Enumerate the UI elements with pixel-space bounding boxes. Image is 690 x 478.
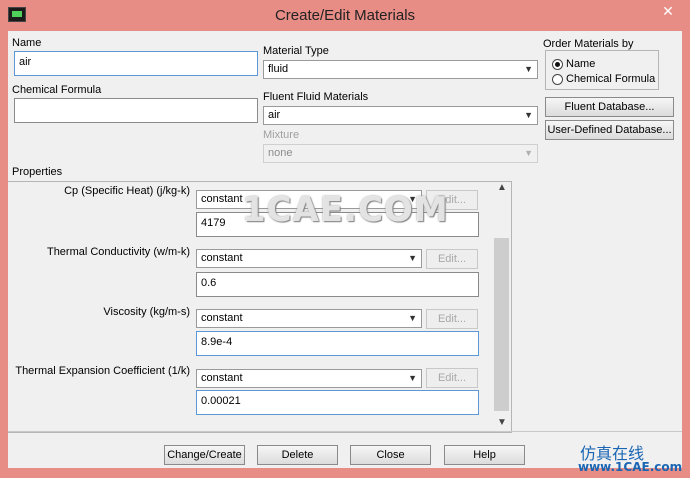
property-label-cp: Cp (Specific Heat) (j/kg-k) — [64, 185, 190, 197]
property-method-select-thermal-expansion[interactable]: constant ▼ — [196, 369, 422, 388]
watermark-text: 1CAE.COM — [242, 190, 449, 230]
property-method-value: constant — [201, 312, 243, 324]
material-type-select[interactable]: fluid ▼ — [263, 60, 538, 79]
chemical-formula-input[interactable] — [14, 98, 258, 123]
mixture-select: none ▼ — [263, 144, 538, 163]
chevron-down-icon: ▼ — [524, 110, 533, 120]
order-by-name-radio[interactable] — [552, 59, 563, 70]
property-value-input-thermal-expansion[interactable]: 0.00021 — [196, 390, 479, 415]
property-method-value: constant — [201, 193, 243, 205]
chevron-down-icon: ▼ — [408, 313, 417, 323]
chemical-formula-label: Chemical Formula — [12, 84, 102, 96]
order-by-formula-radio[interactable] — [552, 74, 563, 85]
name-label: Name — [12, 37, 42, 49]
property-label-viscosity: Viscosity (kg/m-s) — [103, 306, 190, 318]
property-method-value: constant — [201, 372, 243, 384]
properties-scrollbar-thumb[interactable] — [494, 238, 509, 411]
chevron-down-icon: ▼ — [524, 64, 533, 74]
close-button[interactable]: Close — [350, 445, 431, 465]
fluent-database-button[interactable]: Fluent Database... — [545, 97, 674, 117]
order-by-formula-label: Chemical Formula — [566, 73, 656, 85]
mixture-value: none — [268, 147, 293, 159]
help-button[interactable]: Help — [444, 445, 525, 465]
chevron-down-icon: ▼ — [524, 148, 533, 158]
fluent-fluid-materials-label: Fluent Fluid Materials — [263, 91, 369, 103]
property-value-input-viscosity[interactable]: 8.9e-4 — [196, 331, 479, 356]
order-materials-label: Order Materials by — [543, 38, 634, 50]
edit-button-viscosity: Edit... — [426, 309, 478, 329]
edit-button-thermal-conductivity: Edit... — [426, 249, 478, 269]
name-input[interactable]: air — [14, 51, 258, 76]
scroll-up-icon[interactable]: ▲ — [494, 181, 510, 195]
window-title: Create/Edit Materials — [274, 7, 416, 24]
user-defined-database-button[interactable]: User-Defined Database... — [545, 120, 674, 140]
bottom-divider — [8, 431, 682, 432]
fluent-fluid-materials-select[interactable]: air ▼ — [263, 106, 538, 125]
edit-button-thermal-expansion: Edit... — [426, 368, 478, 388]
property-label-thermal-expansion: Thermal Expansion Coefficient (1/k) — [15, 365, 190, 377]
chevron-down-icon: ▼ — [408, 253, 417, 263]
property-method-select-thermal-conductivity[interactable]: constant ▼ — [196, 249, 422, 268]
title-bar: Create/Edit Materials ✕ — [0, 0, 690, 30]
dialog-body: Name air Chemical Formula Material Type … — [8, 31, 682, 468]
property-method-value: constant — [201, 252, 243, 264]
property-method-select-viscosity[interactable]: constant ▼ — [196, 309, 422, 328]
fluent-fluid-materials-value: air — [268, 109, 281, 121]
property-label-thermal-conductivity: Thermal Conductivity (w/m-k) — [46, 246, 190, 258]
properties-label: Properties — [12, 166, 63, 178]
mixture-label: Mixture — [263, 129, 300, 141]
materials-window: Create/Edit Materials ✕ Name air Chemica… — [0, 0, 690, 478]
scroll-down-icon[interactable]: ▼ — [494, 416, 510, 430]
property-value-input-thermal-conductivity[interactable]: 0.6 — [196, 272, 479, 297]
delete-button[interactable]: Delete — [257, 445, 338, 465]
watermark-url: www.1CAE.com — [578, 460, 683, 474]
order-by-name-label: Name — [566, 58, 596, 70]
change-create-button[interactable]: Change/Create — [164, 445, 245, 465]
material-type-label: Material Type — [263, 45, 329, 57]
material-type-value: fluid — [268, 63, 289, 75]
close-icon[interactable]: ✕ — [650, 1, 686, 21]
chevron-down-icon: ▼ — [408, 373, 417, 383]
